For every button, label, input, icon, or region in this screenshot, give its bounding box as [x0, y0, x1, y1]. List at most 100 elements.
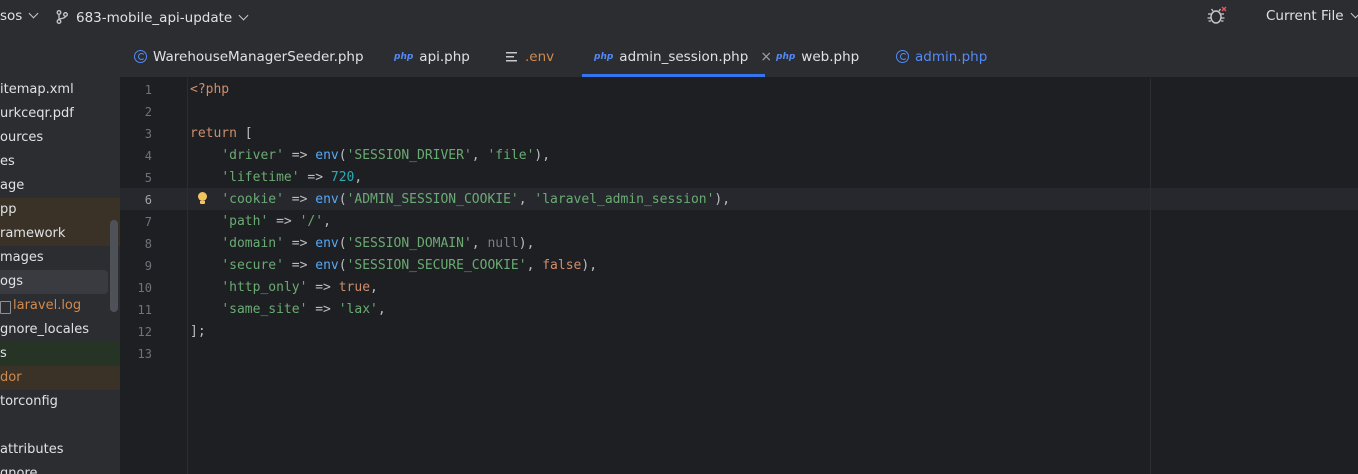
tree-item[interactable]: age [0, 174, 120, 198]
tab-label: admin.php [915, 49, 988, 65]
tab-api-php[interactable]: php api.php [394, 34, 470, 77]
code-line[interactable]: 'secure' => env('SESSION_SECURE_COOKIE',… [190, 255, 597, 277]
tree-item-label: dor [0, 370, 22, 385]
tab-label: WarehouseManagerSeeder.php [153, 49, 364, 65]
tab-label: api.php [419, 49, 470, 65]
code-token: ), [534, 148, 551, 163]
code-token: ( [338, 236, 347, 251]
branch-selector[interactable]: 683-mobile_api-update [56, 8, 249, 26]
line-number: 3 [144, 127, 152, 141]
php-icon: php [594, 52, 614, 62]
code-token: , [377, 302, 386, 317]
code-token: , [518, 192, 535, 207]
tree-item-label: pp [0, 202, 17, 217]
gutter-divider [187, 78, 188, 474]
code-token: , [471, 148, 488, 163]
close-tab-icon[interactable]: × [760, 49, 772, 65]
tab-env[interactable]: .env [506, 34, 554, 77]
code-token: 'driver' [221, 148, 284, 163]
git-branch-icon [56, 10, 68, 24]
code-token: , [471, 236, 488, 251]
code-token: env [315, 258, 339, 273]
tree-item[interactable]: es [0, 150, 120, 174]
code-token: , [354, 170, 363, 185]
class-icon [896, 50, 909, 63]
tab-admin-php[interactable]: admin.php [896, 34, 987, 77]
run-config-selector[interactable]: Current File [1266, 8, 1358, 24]
class-icon [134, 50, 147, 63]
right-margin-guide [1150, 78, 1151, 474]
tree-item[interactable]: laravel.log [0, 294, 120, 318]
code-token: env [315, 192, 339, 207]
tab-warehousemanagerseeder-php[interactable]: WarehouseManagerSeeder.php [134, 34, 364, 77]
project-name: sos [0, 8, 23, 24]
tree-item-label: gnore_locales [0, 322, 90, 337]
main-toolbar: sos 683-mobile_api-update Current File [0, 0, 1358, 34]
tree-item[interactable]: pp [0, 198, 120, 222]
code-token: 'domain' [221, 236, 284, 251]
code-token: 'same_site' [221, 302, 308, 317]
code-line[interactable]: 'cookie' => env('ADMIN_SESSION_COOKIE', … [190, 189, 730, 211]
tree-item[interactable]: mages [0, 246, 120, 270]
code-token: env [315, 236, 339, 251]
tab-label: web.php [801, 49, 860, 65]
code-token: 'laravel_admin_session' [534, 192, 715, 207]
code-token: 'ADMIN_SESSION_COOKIE' [346, 192, 519, 207]
code-line[interactable]: return [ [190, 123, 253, 145]
tab-web-php[interactable]: php web.php [776, 34, 859, 77]
tree-item[interactable]: gnore [0, 462, 120, 474]
code-editor[interactable]: 1 <?php 2 3 return [4 'driver' => env('SESSI… [120, 78, 1358, 474]
code-token: ), [518, 236, 535, 251]
tree-item[interactable]: torconfig [0, 390, 120, 414]
bug-icon[interactable] [1206, 6, 1228, 26]
code-line[interactable]: 'driver' => env('SESSION_DRIVER', 'file'… [190, 145, 550, 167]
code-token: return [190, 126, 237, 141]
tab-label: .env [525, 49, 555, 65]
tree-item[interactable]: itemap.xml [0, 78, 120, 102]
project-selector[interactable]: sos [0, 8, 39, 24]
code-token: 720 [330, 170, 355, 185]
code-line[interactable]: 'domain' => env('SESSION_DOMAIN', null), [190, 233, 534, 255]
code-token: 'http_only' [221, 280, 308, 295]
line-number: 6 [144, 193, 152, 207]
tree-item-label: laravel.log [13, 298, 82, 313]
code-line[interactable]: ]; [190, 321, 206, 343]
tree-item-label: mages [0, 250, 44, 265]
tree-item[interactable]: ogs [0, 270, 108, 294]
chevron-down-icon [1350, 8, 1358, 19]
log-file-icon [0, 301, 11, 314]
tree-item[interactable]: s [0, 342, 120, 366]
tree-item[interactable]: dor [0, 366, 120, 390]
code-line[interactable]: <?php [190, 79, 229, 101]
tree-item[interactable] [0, 414, 120, 438]
tree-item[interactable]: urkceqr.pdf [0, 102, 120, 126]
code-token: => [299, 170, 331, 185]
tab-admin-session-php[interactable]: php admin_session.php × [594, 34, 772, 77]
code-token: [ [236, 126, 253, 141]
tree-scrollbar[interactable] [110, 220, 118, 312]
tree-item-label: torconfig [0, 394, 58, 409]
code-token: true [338, 280, 371, 295]
tree-item[interactable]: gnore_locales [0, 318, 120, 342]
code-token: ( [338, 258, 347, 273]
code-line[interactable]: 'http_only' => true, [190, 277, 378, 299]
php-icon: php [394, 52, 414, 62]
code-token: 'secure' [221, 258, 284, 273]
tree-item[interactable]: attributes [0, 438, 120, 462]
line-number: 1 [144, 83, 152, 97]
line-number: 2 [144, 105, 152, 119]
code-line[interactable]: 'same_site' => 'lax', [190, 299, 386, 321]
tree-item-label: ources [0, 130, 44, 145]
code-token: ]; [190, 324, 206, 339]
tree-item[interactable]: ources [0, 126, 120, 150]
code-token: 'SESSION_DRIVER' [346, 148, 472, 163]
text-file-icon [506, 52, 517, 62]
code-line[interactable]: 'lifetime' => 720, [190, 167, 362, 189]
tree-item[interactable]: ramework [0, 222, 120, 246]
code-line[interactable]: 'path' => '/', [190, 211, 331, 233]
chevron-down-icon [238, 10, 249, 21]
code-token: , [323, 214, 331, 229]
